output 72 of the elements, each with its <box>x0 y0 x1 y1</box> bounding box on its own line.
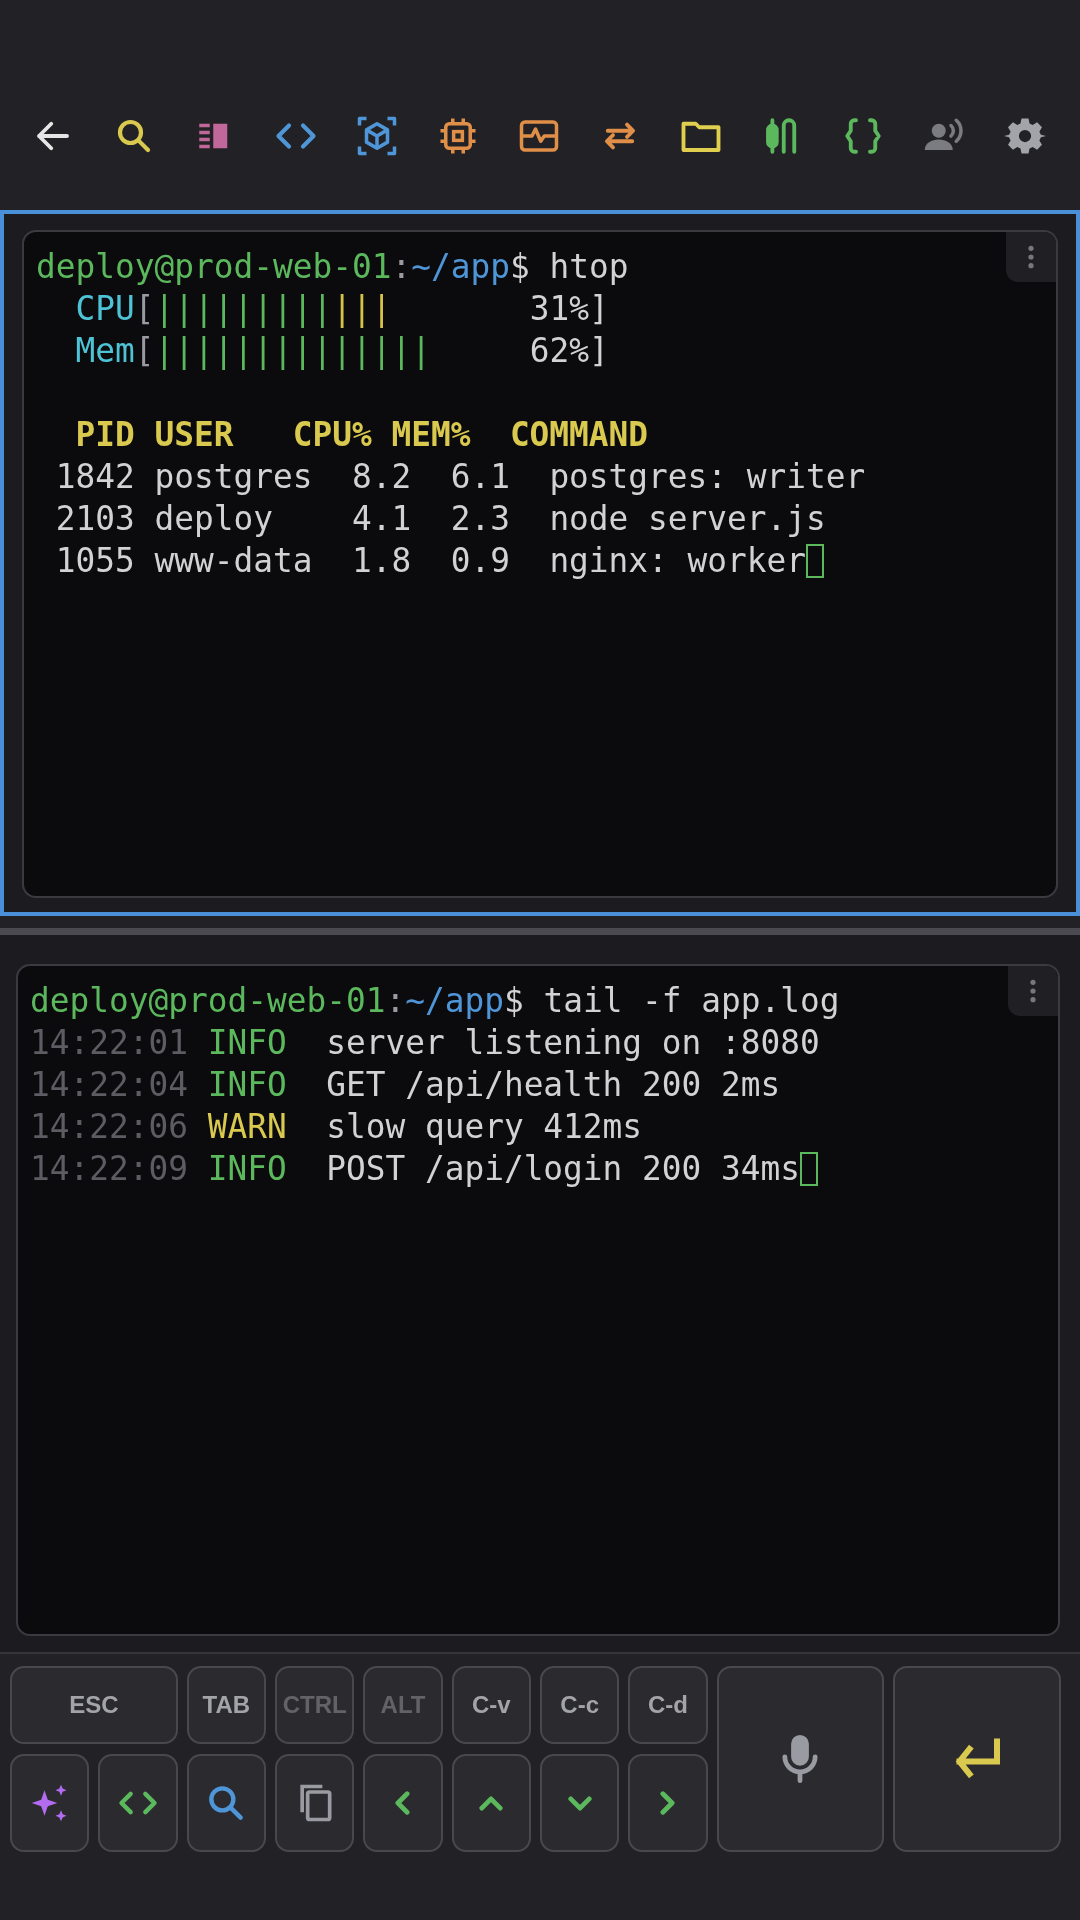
prompt-path: ~/app <box>411 247 510 288</box>
table-cell-text: 2103 <box>55 499 135 540</box>
log-message: POST /api/login 200 34ms <box>326 1149 801 1190</box>
table-cell-text: nginx: worker <box>549 541 807 582</box>
log-message: GET /api/health 200 2ms <box>326 1065 781 1106</box>
meter-bar-text: ||||||||| <box>154 289 333 330</box>
table-cell-text: 6.1 <box>450 457 510 498</box>
search-button[interactable] <box>186 1754 266 1852</box>
table-cell-text: 1055 <box>55 541 135 582</box>
log-timestamp: 14:22:04 <box>30 1065 188 1106</box>
meter-bar-text: |||||||||||||| <box>154 331 431 372</box>
log-severity: INFO <box>207 1065 287 1106</box>
log-message: slow query 412ms <box>326 1107 643 1148</box>
meter-bracket: [ <box>134 289 155 330</box>
table-cell-text: deploy <box>154 499 273 540</box>
log-severity: INFO <box>207 1023 287 1064</box>
terminal-pane[interactable]: deploy@prod-web-01:~/app$ tail -f app.log 14:22:01 INFO server listening on :8080 14:22:04 INFO GET /api/health 200 2ms 14:22:06 WARN slow query 412ms 14:22:09 INFO POST /api/login 200 34ms <box>0 946 1080 1652</box>
column-header: USER <box>154 415 234 456</box>
prompt-path: ~/app <box>405 981 504 1022</box>
log-timestamp: 14:22:06 <box>30 1107 188 1148</box>
key-button[interactable]: C-c <box>540 1666 620 1744</box>
meter-label: Mem <box>75 331 135 372</box>
sparkle-button[interactable] <box>10 1754 90 1852</box>
column-header: MEM% <box>391 415 471 456</box>
prompt-user-host: deploy@prod-web-01 <box>30 981 386 1022</box>
prompt-symbol: $ <box>509 247 530 288</box>
prompt-user-host: deploy@prod-web-01 <box>36 247 392 288</box>
code-button[interactable] <box>98 1754 178 1852</box>
chevron-up-icon <box>479 1795 504 1811</box>
column-header: COMMAND <box>509 415 649 456</box>
table-cell-text: 8.2 <box>351 457 412 498</box>
log-message: server listening on :8080 <box>326 1023 820 1064</box>
log-severity: WARN <box>207 1107 287 1148</box>
table-cell-text: 1842 <box>55 457 135 498</box>
key-button[interactable]: TAB <box>186 1666 266 1744</box>
chevron-down-icon <box>567 1795 592 1811</box>
meter-bracket: [ <box>134 331 155 372</box>
prompt-symbol: $ <box>503 981 524 1022</box>
log-timestamp: 14:22:09 <box>30 1149 188 1190</box>
braces-icon[interactable] <box>842 115 884 157</box>
key-button[interactable]: C-d <box>628 1666 708 1744</box>
table-cell-text: postgres <box>154 457 313 498</box>
more-vertical-icon <box>1029 978 1037 1004</box>
chevron-left-icon <box>395 1791 411 1815</box>
table-cell-text: 0.9 <box>450 541 510 582</box>
prompt-separator: : <box>391 247 412 288</box>
meter-bar-text: ||| <box>332 289 392 330</box>
chevron-right-icon <box>660 1791 676 1815</box>
microphone-button[interactable] <box>716 1666 885 1852</box>
copy-button[interactable] <box>275 1754 355 1852</box>
more-vertical-icon <box>1027 244 1035 270</box>
table-cell-text: 2.3 <box>450 499 510 540</box>
table-cell-text: node server.js <box>549 499 826 540</box>
log-timestamp: 14:22:01 <box>30 1023 188 1064</box>
column-header: CPU% <box>292 415 372 456</box>
table-cell-text: www-data <box>154 541 313 582</box>
table-cell-text: postgres: writer <box>549 457 866 498</box>
meter-label: CPU <box>75 289 135 330</box>
prompt-separator: : <box>385 981 406 1022</box>
column-header: PID <box>75 415 135 456</box>
cube-icon[interactable] <box>356 115 398 157</box>
meter-reading: 62%] <box>529 331 609 372</box>
key-button[interactable]: ESC <box>10 1666 178 1744</box>
command-text: tail -f app.log <box>543 981 840 1022</box>
meter-reading: 31%] <box>529 289 609 330</box>
command-text: htop <box>549 247 629 288</box>
table-cell-text: 4.1 <box>351 499 412 540</box>
more-menu-button[interactable] <box>1006 232 1056 282</box>
more-menu-button[interactable] <box>1008 966 1058 1016</box>
key-button[interactable]: C-v <box>451 1666 531 1744</box>
table-cell-text: 1.8 <box>351 541 412 582</box>
log-severity: INFO <box>207 1149 287 1190</box>
